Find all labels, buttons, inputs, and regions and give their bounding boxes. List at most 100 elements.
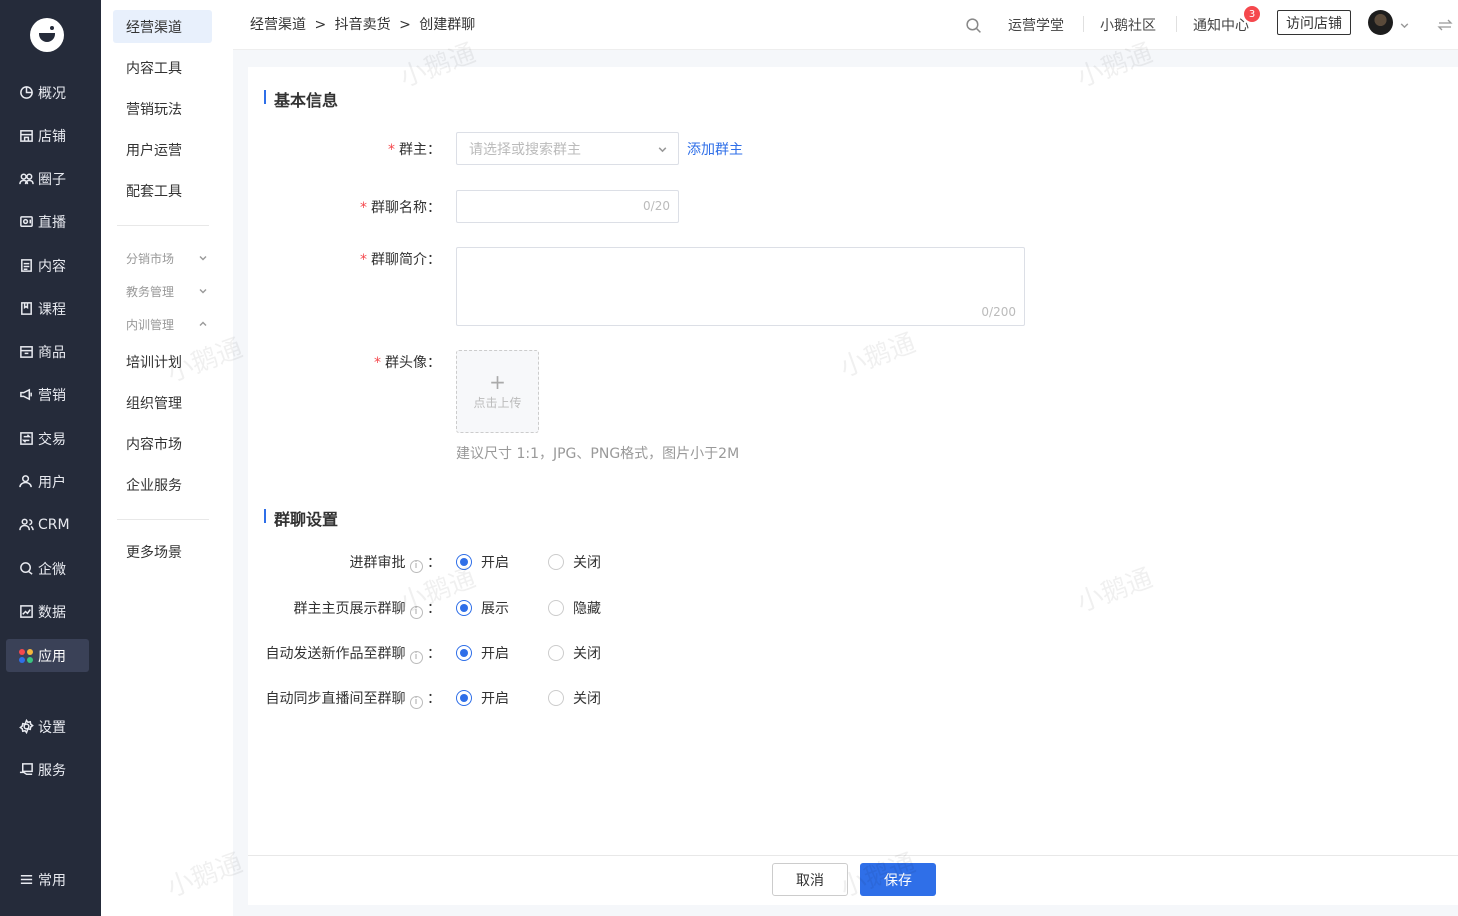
subnav-channels[interactable]: 经营渠道 <box>113 10 212 43</box>
info-icon[interactable]: i <box>409 559 423 573</box>
subnav-group-training[interactable]: 内训管理 <box>113 312 212 336</box>
avatar[interactable] <box>1368 10 1393 35</box>
link-community[interactable]: 小鹅社区 <box>1100 0 1156 50</box>
group-intro-textarea[interactable]: 0/200 <box>456 247 1025 326</box>
breadcrumb-item[interactable]: 经营渠道 <box>250 17 306 33</box>
radio-live-sync-on[interactable]: 开启 <box>456 688 509 708</box>
owner-select[interactable]: 请选择或搜索群主 <box>456 132 679 165</box>
owner-placeholder: 请选择或搜索群主 <box>469 141 581 158</box>
nav-item-overview[interactable]: 概况 <box>6 76 89 109</box>
avatar-upload[interactable]: + 点击上传 <box>456 350 539 433</box>
nav-item-apps[interactable]: 应用 <box>6 639 89 672</box>
crm-icon <box>18 517 34 533</box>
nav-item-crm[interactable]: CRM <box>6 508 89 541</box>
nav-item-circle[interactable]: 圈子 <box>6 162 89 195</box>
required-mark: * <box>360 252 367 268</box>
divider <box>117 225 209 226</box>
nav-item-trade[interactable]: 交易 <box>6 422 89 455</box>
group-label: 教务管理 <box>126 284 175 299</box>
user-icon <box>18 474 34 490</box>
nav-item-user[interactable]: 用户 <box>6 465 89 498</box>
required-mark: * <box>360 200 367 216</box>
section-title-settings: 群聊设置 <box>264 506 338 530</box>
nav-item-label: 内容 <box>38 258 66 275</box>
info-icon[interactable]: i <box>409 650 423 664</box>
nav-item-live[interactable]: 直播 <box>6 205 89 238</box>
search-icon[interactable] <box>965 0 982 50</box>
megaphone-icon <box>18 387 34 403</box>
primary-sidebar: 概况 店铺 圈子 直播 内容 课程 商品 营销 交易 用户 CRM 企微 数据 … <box>0 0 101 916</box>
name-char-counter: 0/20 <box>643 199 670 213</box>
radio-homepage-show[interactable]: 展示 <box>456 598 509 618</box>
apps-icon <box>18 648 34 664</box>
setting-label-approval: 进群审批 i ： <box>349 555 441 573</box>
subnav-support-tools[interactable]: 配套工具 <box>113 174 212 207</box>
name-label: * 群聊名称： <box>360 200 441 216</box>
subnav-training-plan[interactable]: 培训计划 <box>113 345 212 378</box>
chevron-down-icon <box>199 256 207 261</box>
visit-store-button[interactable]: 访问店铺 <box>1277 10 1351 35</box>
radio-approval-on[interactable]: 开启 <box>456 552 509 572</box>
radio-circle <box>456 554 472 570</box>
form-card: 基本信息 * 群主： 请选择或搜索群主 添加群主 * 群聊名称： 0/20 * 群聊简… <box>248 67 1458 905</box>
breadcrumb-separator: > <box>314 17 327 33</box>
chat-icon <box>18 561 34 577</box>
nav-item-data[interactable]: 数据 <box>6 595 89 628</box>
subnav-content-tools[interactable]: 内容工具 <box>113 51 212 84</box>
nav-item-label: 商品 <box>38 344 66 361</box>
subnav-group-distribution[interactable]: 分销市场 <box>113 246 212 270</box>
add-owner-link[interactable]: 添加群主 <box>687 139 743 159</box>
save-button[interactable]: 保存 <box>860 863 936 896</box>
footer-divider <box>248 855 1458 856</box>
nav-item-label: 用户 <box>38 474 66 491</box>
subnav-enterprise-service[interactable]: 企业服务 <box>113 468 212 501</box>
nav-item-frequent[interactable]: 常用 <box>6 863 89 896</box>
nav-item-label: 服务 <box>38 762 66 779</box>
nav-item-course[interactable]: 课程 <box>6 292 89 325</box>
chevron-up-icon <box>199 321 207 326</box>
chevron-down-icon <box>658 147 667 153</box>
subnav-org-management[interactable]: 组织管理 <box>113 386 212 419</box>
subnav-user-ops[interactable]: 用户运营 <box>113 133 212 166</box>
radio-circle <box>548 645 564 661</box>
nav-item-service[interactable]: 服务 <box>6 753 89 786</box>
subnav-more-scenes[interactable]: 更多场景 <box>113 535 212 568</box>
cancel-button[interactable]: 取消 <box>772 863 848 896</box>
nav-item-label: 店铺 <box>38 128 66 145</box>
divider <box>1176 16 1177 32</box>
link-ops-academy[interactable]: 运营学堂 <box>1008 0 1064 50</box>
breadcrumb: 经营渠道 > 抖音卖货 > 创建群聊 <box>250 14 479 34</box>
chart-icon <box>18 604 34 620</box>
nav-item-settings[interactable]: 设置 <box>6 710 89 743</box>
section-title-basic: 基本信息 <box>264 87 338 111</box>
radio-approval-off[interactable]: 关闭 <box>548 552 601 572</box>
subnav-marketing[interactable]: 营销玩法 <box>113 92 212 125</box>
chevron-down-icon[interactable] <box>1399 0 1410 50</box>
document-icon <box>18 258 34 274</box>
radio-live-sync-off[interactable]: 关闭 <box>548 688 601 708</box>
radio-circle <box>548 554 564 570</box>
breadcrumb-item[interactable]: 抖音卖货 <box>335 17 391 33</box>
subnav-content-market[interactable]: 内容市场 <box>113 427 212 460</box>
radio-circle <box>456 600 472 616</box>
radio-homepage-hide[interactable]: 隐藏 <box>548 598 601 618</box>
book-icon <box>18 301 34 317</box>
plus-icon: + <box>489 370 506 394</box>
app-logo[interactable] <box>30 18 64 52</box>
subnav-group-academic[interactable]: 教务管理 <box>113 279 212 303</box>
nav-item-content[interactable]: 内容 <box>6 249 89 282</box>
group-name-input[interactable]: 0/20 <box>456 190 679 223</box>
nav-item-marketing[interactable]: 营销 <box>6 378 89 411</box>
gear-icon <box>18 719 34 735</box>
info-icon[interactable]: i <box>409 695 423 709</box>
radio-auto-send-on[interactable]: 开启 <box>456 643 509 663</box>
radio-auto-send-off[interactable]: 关闭 <box>548 643 601 663</box>
nav-item-store[interactable]: 店铺 <box>6 119 89 152</box>
link-notifications[interactable]: 通知中心 <box>1193 0 1249 50</box>
pie-chart-icon <box>18 85 34 101</box>
nav-item-goods[interactable]: 商品 <box>6 335 89 368</box>
info-icon[interactable]: i <box>409 605 423 619</box>
upload-label: 点击上传 <box>473 396 522 410</box>
switch-icon[interactable] <box>1437 0 1453 50</box>
nav-item-wecom[interactable]: 企微 <box>6 552 89 585</box>
